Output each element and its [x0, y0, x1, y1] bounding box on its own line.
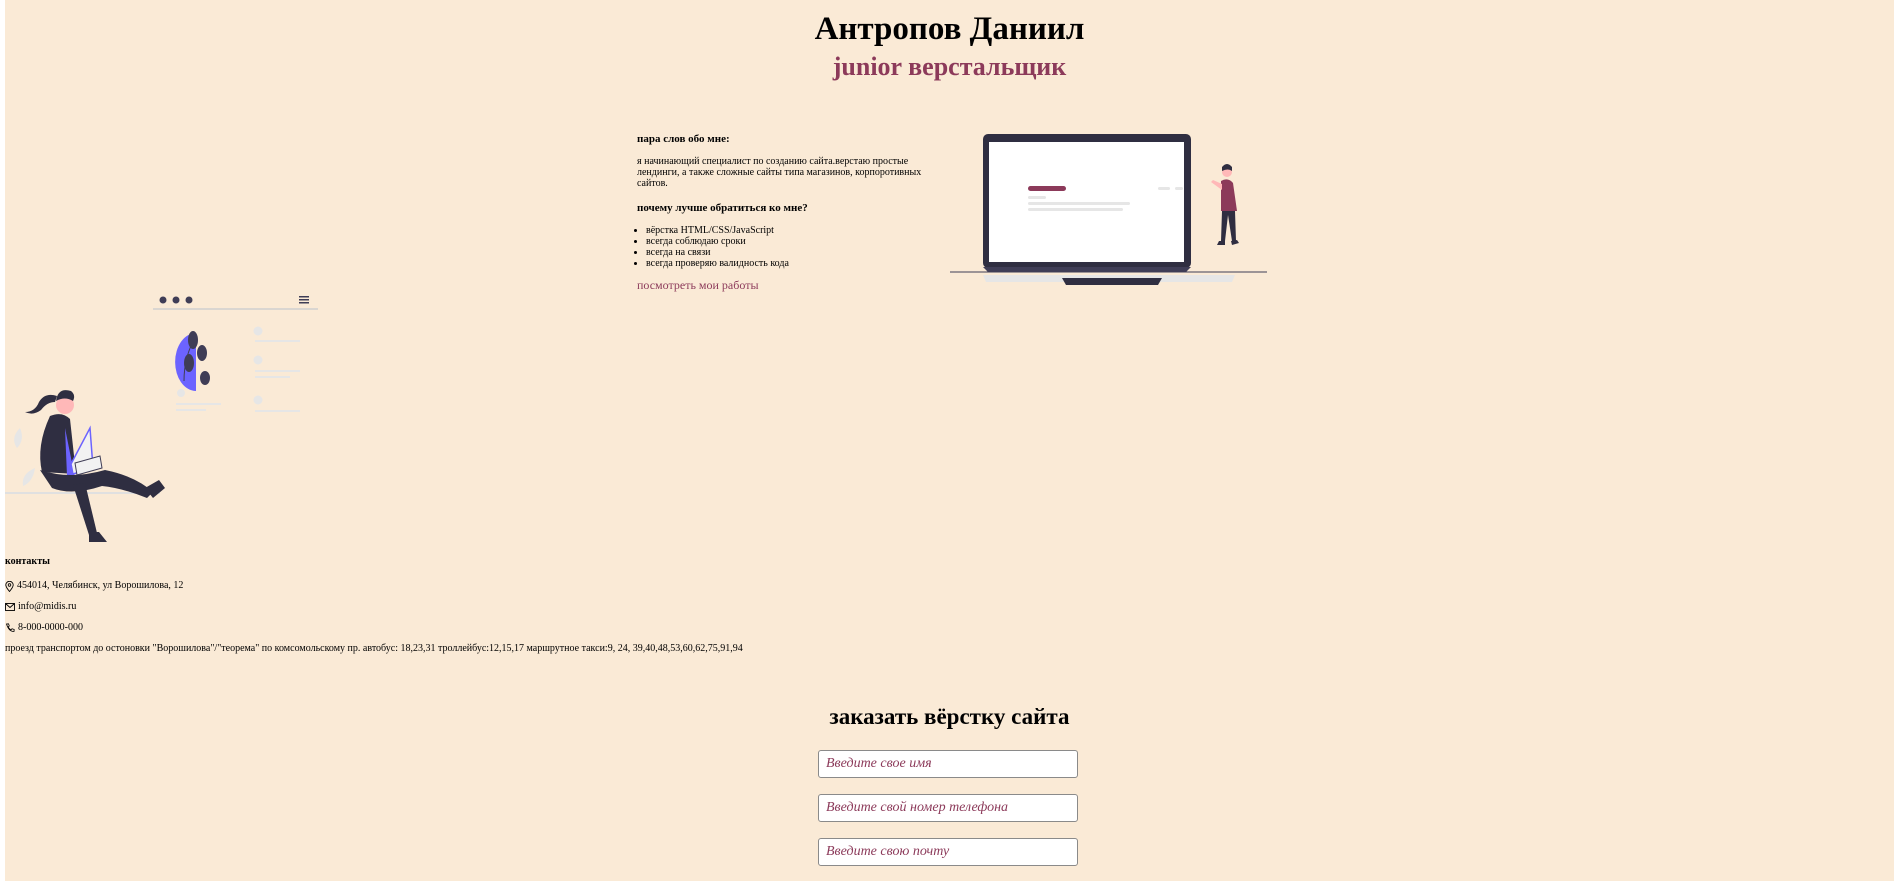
page-title: Антропов Даниил [814, 11, 1085, 47]
phone-row: 8-000-0000-000 [5, 622, 743, 634]
laptop-illustration [950, 134, 1267, 285]
list-item: вёрстка HTML/CSS/JavaScript [646, 225, 937, 236]
page: Антропов Даниил junior верстальщик пара … [5, 0, 1894, 881]
phone-text[interactable]: 8-000-0000-000 [18, 622, 83, 634]
about-heading: пара слов обо мне: [637, 133, 730, 145]
list-item: всегда проверяю валидность кода [646, 258, 937, 269]
name-input[interactable] [818, 750, 1078, 778]
why-heading: почему лучше обратиться ко мне? [637, 202, 808, 214]
email-input[interactable] [818, 838, 1078, 866]
contacts-section: контакты 454014, Челябинск, ул Ворошилов… [5, 556, 743, 655]
email-text[interactable]: info@midis.ru [18, 601, 76, 613]
order-title: заказать вёрстку сайта [829, 704, 1070, 729]
envelope-icon [5, 603, 15, 611]
location-pin-icon [5, 580, 14, 592]
transit-text: проезд транспортом до остоновки "Ворошил… [5, 643, 743, 654]
about-text: я начинающий специалист по созданию сайт… [637, 156, 922, 189]
works-link[interactable]: посмотреть мои работы [637, 278, 759, 292]
contacts-title: контакты [5, 556, 50, 567]
address-text: 454014, Челябинск, ул Ворошилова, 12 [17, 580, 184, 591]
woman-laptop-illustration [5, 296, 318, 542]
reasons-list: вёрстка HTML/CSS/JavaScript всегда соблю… [637, 225, 937, 269]
phone-icon [5, 623, 15, 632]
list-item: всегда на связи [646, 247, 937, 258]
list-item: всегда соблюдаю сроки [646, 236, 937, 247]
address-row: 454014, Челябинск, ул Ворошилова, 12 [5, 580, 743, 592]
email-row: info@midis.ru [5, 601, 743, 613]
about-section: пара слов обо мне: я начинающий специали… [637, 132, 937, 292]
page-subtitle: junior верстальщик [832, 52, 1067, 81]
phone-input[interactable] [818, 794, 1078, 822]
